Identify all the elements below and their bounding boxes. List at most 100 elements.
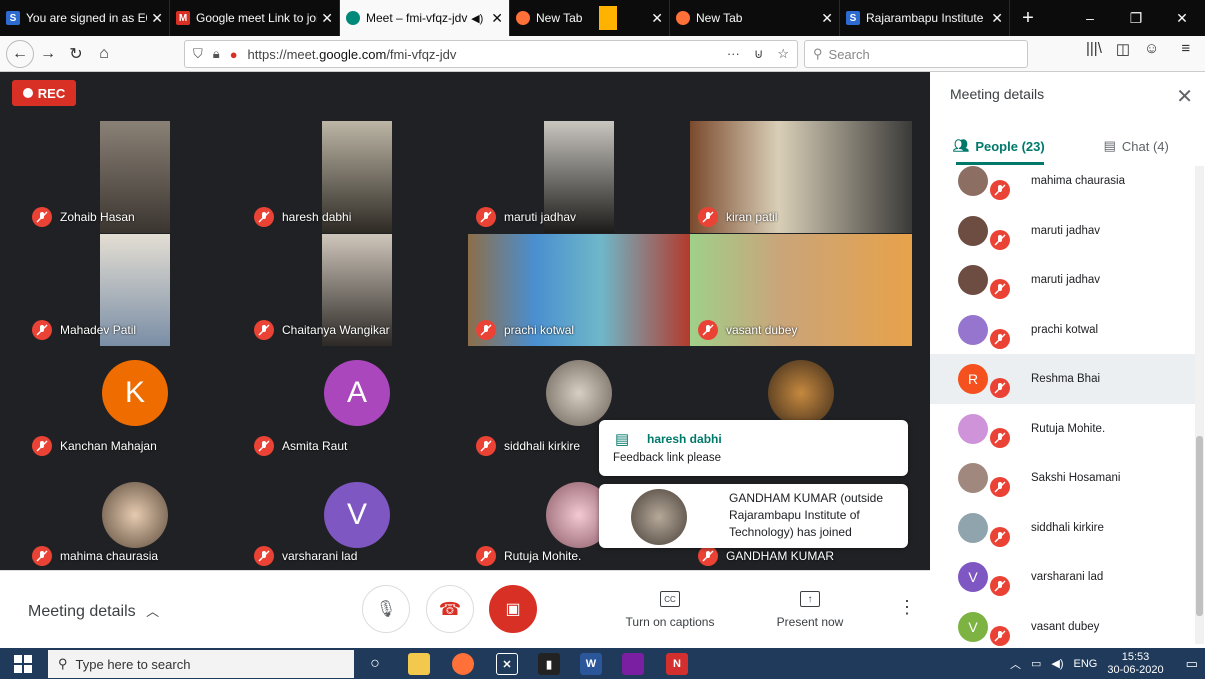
volume-icon[interactable]: ◀) bbox=[1051, 657, 1063, 670]
library-icon[interactable]: |||\ bbox=[1086, 40, 1102, 58]
more-actions-icon[interactable]: ··· bbox=[727, 46, 740, 62]
url-bar[interactable]: ⛉ 🔒︎ ● https://meet.google.com/fmi-vfqz-… bbox=[184, 40, 798, 68]
tab-close-icon[interactable]: ✕ bbox=[991, 10, 1003, 27]
clock[interactable]: 15:53 30-06-2020 bbox=[1107, 651, 1163, 677]
new-tab-button[interactable]: + bbox=[1010, 0, 1046, 36]
menu-icon[interactable]: ≡ bbox=[1181, 40, 1190, 58]
tab-close-icon[interactable]: ✕ bbox=[151, 10, 163, 27]
app-icon[interactable]: ▮ bbox=[538, 653, 560, 675]
reload-button[interactable]: ↻ bbox=[62, 40, 90, 68]
browser-tab-5[interactable]: New Tab ✕ bbox=[670, 0, 840, 36]
meeting-details-button[interactable]: Meeting details ︿ bbox=[28, 601, 159, 621]
app-icon[interactable] bbox=[622, 653, 644, 675]
tab-favicon: S bbox=[6, 11, 20, 25]
participant-tile[interactable]: haresh dabhi bbox=[246, 121, 468, 233]
app-icon[interactable]: ✕ bbox=[496, 653, 518, 675]
tab-people[interactable]: 👥︎ People (23) bbox=[930, 128, 1068, 164]
browser-tab-6[interactable]: S Rajarambapu Institute of ✕ bbox=[840, 0, 1010, 36]
pocket-icon[interactable]: ⊍ bbox=[754, 46, 764, 62]
participant-list-item[interactable]: maruti jadhav bbox=[930, 206, 1196, 256]
tab-close-icon[interactable]: ✕ bbox=[821, 10, 833, 27]
chevron-up-icon[interactable]: ︿ bbox=[1010, 656, 1021, 672]
file-explorer-icon[interactable] bbox=[408, 653, 430, 675]
microphone-permission-icon[interactable]: ● bbox=[230, 47, 238, 62]
participant-list-item[interactable]: maruti jadhav bbox=[930, 255, 1196, 305]
close-window-button[interactable]: ✕ bbox=[1159, 0, 1205, 36]
browser-tab-1[interactable]: S You are signed in as E001 ✕ bbox=[0, 0, 170, 36]
cortana-icon[interactable]: ○ bbox=[364, 653, 386, 675]
word-icon[interactable]: W bbox=[580, 653, 602, 675]
participant-list-item[interactable]: mahima chaurasia bbox=[930, 166, 1196, 206]
people-scrollbar[interactable] bbox=[1195, 166, 1204, 644]
sidebar-icon[interactable]: ◫ bbox=[1116, 40, 1130, 58]
participant-list-item[interactable]: Vvarsharani lad bbox=[930, 552, 1196, 602]
camera-off-button[interactable]: ▣ bbox=[489, 585, 537, 633]
mic-off-icon bbox=[698, 320, 718, 340]
participant-name: mahima chaurasia bbox=[32, 546, 158, 566]
leave-call-button[interactable]: ☎︎ bbox=[426, 585, 474, 633]
lock-icon[interactable]: 🔒︎ bbox=[213, 46, 220, 62]
tab-close-icon[interactable]: ✕ bbox=[491, 10, 503, 27]
network-icon[interactable]: ▭ bbox=[1031, 657, 1041, 670]
language-indicator[interactable]: ENG bbox=[1074, 658, 1098, 670]
participant-tile[interactable]: kiran patil bbox=[690, 121, 912, 233]
participant-tile[interactable]: A Asmita Raut bbox=[246, 350, 468, 462]
chat-icon: ▤ bbox=[1103, 138, 1116, 153]
more-options-icon[interactable]: ⋮ bbox=[898, 597, 916, 618]
present-button-label[interactable]: Present now bbox=[760, 615, 860, 629]
participant-list-item[interactable]: Rutuja Mohite. bbox=[930, 404, 1196, 454]
acrobat-icon[interactable]: N bbox=[666, 653, 688, 675]
tab-close-icon[interactable]: ✕ bbox=[651, 10, 663, 27]
windows-start-icon[interactable] bbox=[14, 655, 32, 673]
join-notification-toast[interactable]: GANDHAM KUMAR (outside Rajarambapu Insti… bbox=[599, 484, 908, 548]
participant-tile[interactable]: vasant dubey bbox=[690, 234, 912, 346]
browser-tab-3-active[interactable]: Meet – fmi-vfqz-jdv ◀) ✕ bbox=[340, 0, 510, 36]
chat-message-toast[interactable]: ▤ haresh dabhi Feedback link please bbox=[599, 420, 908, 476]
minimize-button[interactable]: – bbox=[1067, 0, 1113, 36]
mic-off-icon bbox=[254, 207, 274, 227]
participant-list-item[interactable]: prachi kotwal bbox=[930, 305, 1196, 355]
participant-tile[interactable]: Mahadev Patil bbox=[24, 234, 246, 346]
tab-chat[interactable]: ▤ Chat (4) bbox=[1068, 128, 1205, 164]
microphone-button[interactable]: 🎙︎ bbox=[362, 585, 410, 633]
participant-list-item[interactable]: Vvasant dubey bbox=[930, 602, 1196, 649]
participant-tile[interactable]: K Kanchan Mahajan bbox=[24, 350, 246, 462]
forward-button[interactable]: → bbox=[34, 40, 62, 68]
taskbar-search-box[interactable]: ⚲ Type here to search bbox=[48, 650, 354, 678]
firefox-icon[interactable] bbox=[452, 653, 474, 675]
shield-icon[interactable]: ⛉ bbox=[193, 46, 203, 62]
participant-tile[interactable]: prachi kotwal bbox=[468, 234, 690, 346]
participant-list-item[interactable]: R Reshma Bhai bbox=[930, 354, 1196, 404]
home-button[interactable]: ⌂ bbox=[90, 40, 118, 68]
people-icon: 👥︎ bbox=[952, 138, 970, 153]
present-icon[interactable]: ↑ bbox=[800, 591, 820, 607]
participant-tile[interactable]: Chaitanya Wangikar bbox=[246, 234, 468, 346]
browser-tab-4[interactable]: New Tab ✕ bbox=[510, 0, 670, 36]
back-button[interactable]: ← bbox=[6, 39, 34, 68]
scrollbar-thumb[interactable] bbox=[1196, 436, 1203, 616]
speaker-icon[interactable]: ◀) bbox=[471, 12, 483, 25]
avatar-photo bbox=[546, 360, 612, 426]
captions-icon[interactable]: CC bbox=[660, 591, 680, 607]
search-bar[interactable]: ⚲ Search bbox=[804, 40, 1028, 68]
participant-tile[interactable]: mahima chaurasia bbox=[24, 460, 246, 572]
notifications-icon[interactable]: ▭ bbox=[1186, 656, 1198, 672]
captions-button-label[interactable]: Turn on captions bbox=[620, 615, 720, 629]
participant-list-item[interactable]: siddhali kirkire bbox=[930, 503, 1196, 553]
account-icon[interactable]: ☺ bbox=[1144, 40, 1159, 58]
participant-name: Reshma Bhai bbox=[1031, 373, 1101, 385]
bookmark-star-icon[interactable]: ☆ bbox=[777, 46, 789, 62]
avatar: V bbox=[958, 611, 988, 642]
participant-tile[interactable]: Zohaib Hasan bbox=[24, 121, 246, 233]
close-icon[interactable]: ✕ bbox=[1176, 84, 1193, 109]
participant-tile[interactable]: V varsharani lad bbox=[246, 460, 468, 572]
search-placeholder: Search bbox=[828, 46, 870, 62]
participant-list-item[interactable]: Sakshi Hosamani bbox=[930, 453, 1196, 503]
chat-sender: haresh dabhi bbox=[647, 432, 722, 446]
avatar bbox=[958, 512, 988, 543]
firefox-favicon bbox=[516, 11, 530, 25]
tab-close-icon[interactable]: ✕ bbox=[321, 10, 333, 27]
restore-button[interactable]: ❐ bbox=[1113, 0, 1159, 36]
browser-tab-2[interactable]: M Google meet Link to join ✕ bbox=[170, 0, 340, 36]
participant-tile[interactable]: maruti jadhav bbox=[468, 121, 690, 233]
